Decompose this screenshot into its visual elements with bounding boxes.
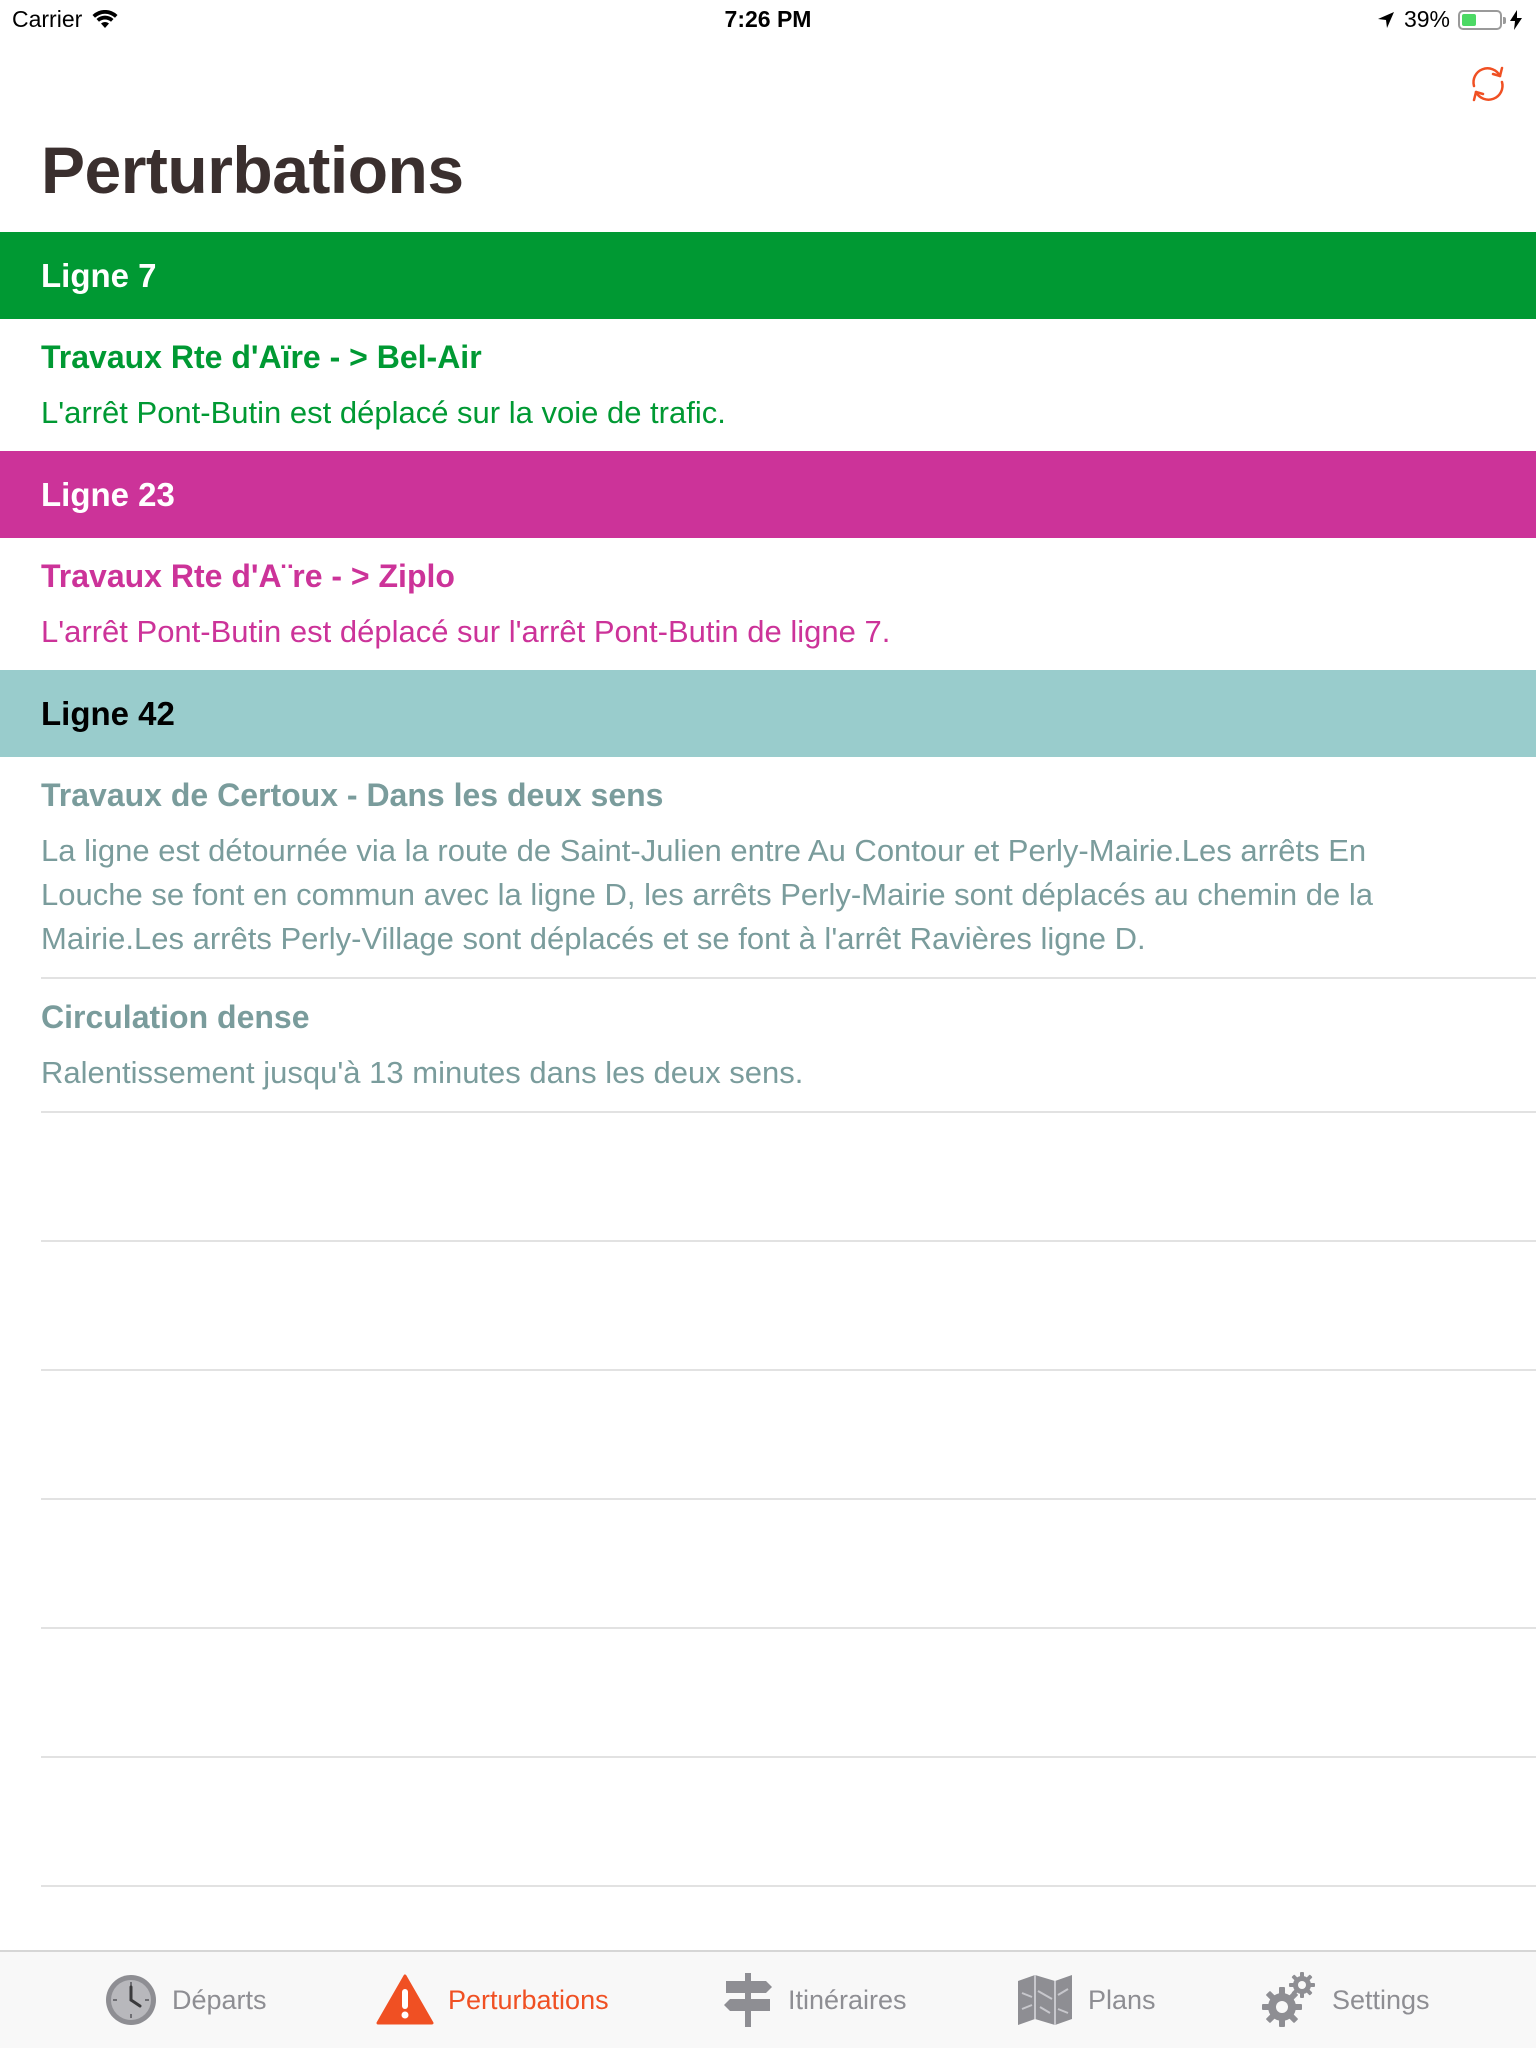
empty-row [41, 1113, 1536, 1242]
item-description: Ralentissement jusqu'à 13 minutes dans l… [41, 1055, 804, 1090]
charging-bolt-icon [1510, 9, 1522, 30]
tab-plans[interactable]: Plans [1016, 1952, 1156, 2048]
battery-level [1462, 13, 1477, 26]
list-item[interactable]: Travaux Rte d'A¨re - > Ziplo L'arrêt Pon… [0, 538, 1536, 670]
status-bar: Carrier 7:26 PM 39% [0, 0, 1536, 40]
tab-label: Départs [172, 1984, 267, 2015]
tab-departs[interactable]: Départs [104, 1952, 267, 2048]
map-icon [1018, 1975, 1072, 2025]
list-item[interactable]: Circulation dense Ralentissement jusqu'à… [0, 979, 1536, 1111]
status-time: 7:26 PM [724, 6, 812, 32]
battery-percent: 39% [1403, 6, 1450, 32]
section-header-label: Ligne 23 [41, 475, 175, 513]
item-title: Travaux Rte d'A¨re - > Ziplo [41, 558, 455, 594]
empty-row [41, 1500, 1536, 1629]
tab-label: Perturbations [448, 1984, 609, 2015]
signpost-icon [724, 1973, 772, 2027]
gears-icon [1262, 1972, 1315, 2027]
list-item[interactable]: Travaux Rte d'Aïre - > Bel-Air L'arrêt P… [0, 319, 1536, 451]
page-title: Perturbations [41, 133, 464, 207]
clock-icon [106, 1975, 156, 2025]
tab-settings[interactable]: Settings [1260, 1952, 1430, 2048]
tab-label: Settings [1332, 1984, 1430, 2015]
item-title: Circulation dense [41, 999, 310, 1035]
battery-icon [1458, 9, 1506, 30]
section-header-label: Ligne 42 [41, 694, 175, 732]
empty-row [41, 1758, 1536, 1887]
item-description: L'arrêt Pont-Butin est déplacé sur la vo… [41, 395, 726, 430]
tab-label: Plans [1088, 1984, 1156, 2015]
empty-row [41, 1629, 1536, 1758]
status-right: 39% [1376, 6, 1522, 33]
empty-row [41, 1242, 1536, 1371]
perturbations-list: Ligne 7 Travaux Rte d'Aïre - > Bel-Air L… [0, 232, 1536, 1887]
tab-bar: Départs Perturbations Itinéraires Plans [0, 1950, 1536, 2048]
empty-row [41, 1371, 1536, 1500]
item-description: La ligne est détournée via la route de S… [41, 833, 1373, 956]
refresh-button[interactable] [1466, 62, 1510, 106]
item-title: Travaux Rte d'Aïre - > Bel-Air [41, 339, 482, 375]
tab-itineraires[interactable]: Itinéraires [722, 1952, 907, 2048]
tab-perturbations[interactable]: Perturbations [376, 1952, 609, 2048]
list-item[interactable]: Travaux de Certoux - Dans les deux sens … [0, 757, 1536, 977]
refresh-icon [1472, 66, 1504, 102]
location-arrow-icon [1377, 11, 1394, 28]
tab-label: Itinéraires [788, 1984, 907, 2015]
section-header-ligne-42: Ligne 42 [0, 670, 1536, 757]
section-header-ligne-23: Ligne 23 [0, 451, 1536, 538]
warning-icon [376, 1974, 434, 2025]
section-header-label: Ligne 7 [41, 256, 157, 294]
item-description: L'arrêt Pont-Butin est déplacé sur l'arr… [41, 614, 891, 649]
section-header-ligne-7: Ligne 7 [0, 232, 1536, 319]
item-title: Travaux de Certoux - Dans les deux sens [41, 777, 664, 813]
empty-table-rows [41, 1113, 1536, 1887]
